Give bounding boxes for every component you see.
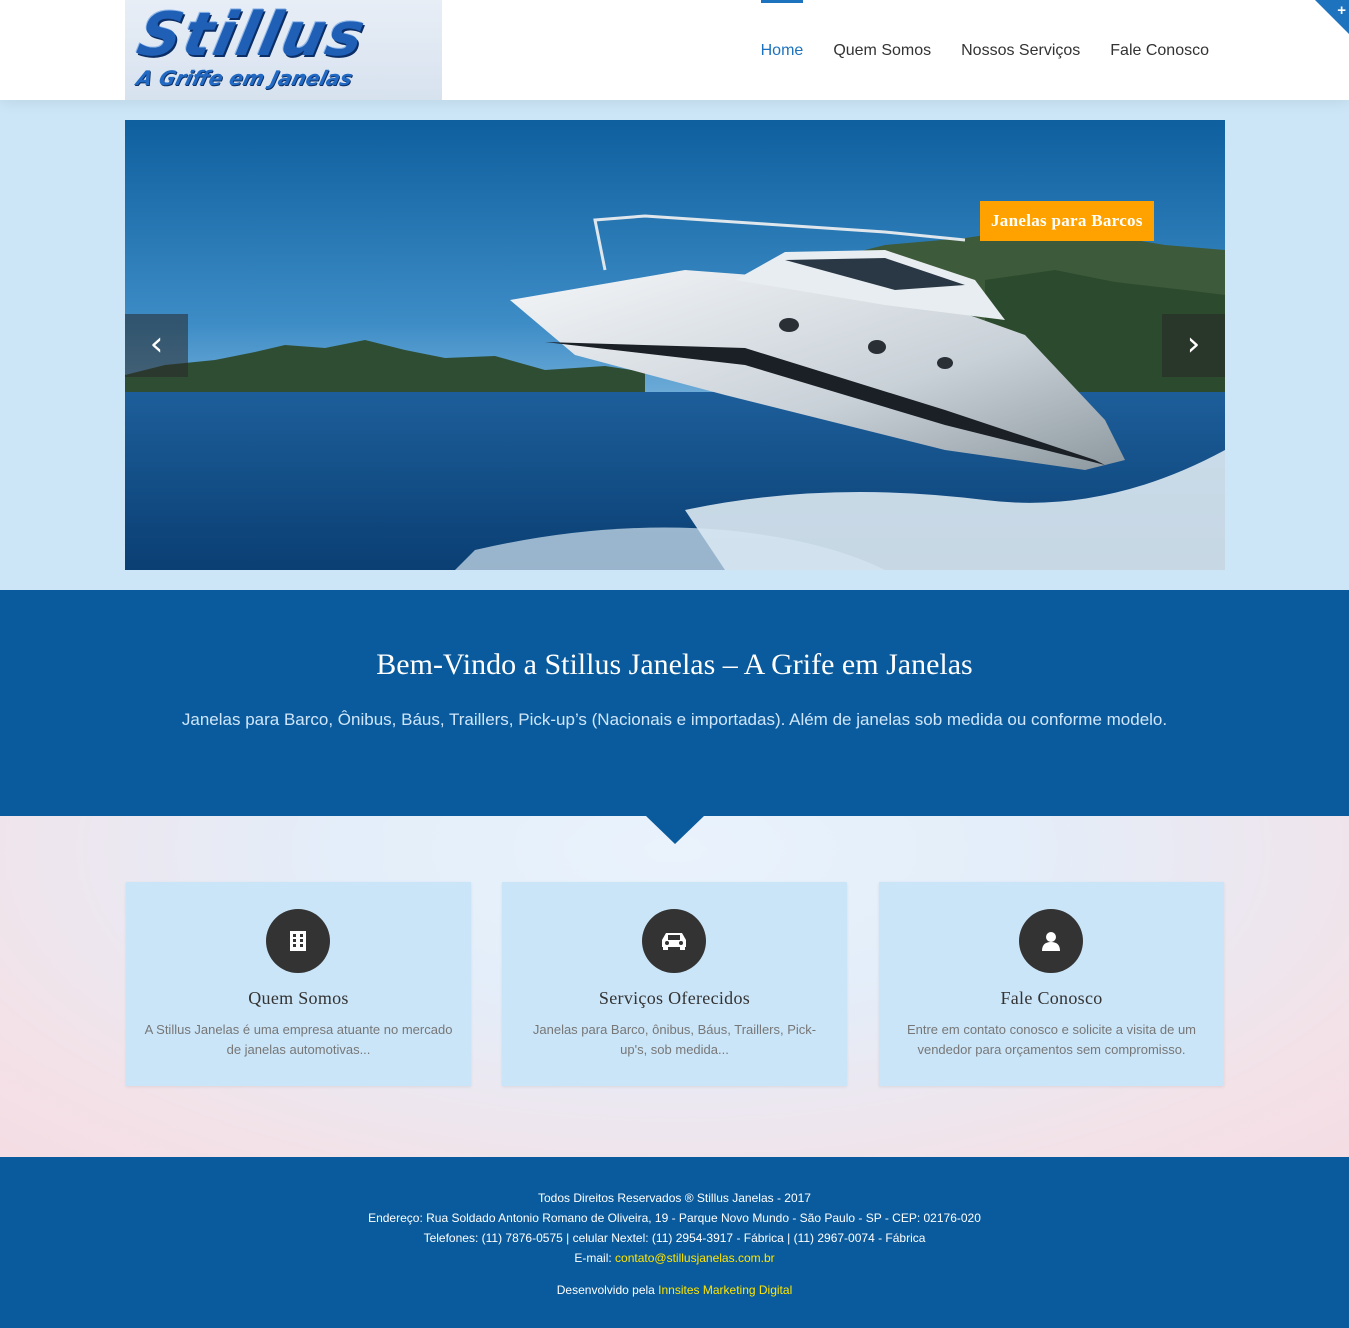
slide-image	[125, 120, 1225, 570]
image-slider[interactable]: Janelas para Barcos ‹ ›	[125, 120, 1225, 570]
chevron-left-icon[interactable]: ‹	[125, 314, 188, 377]
feature-card-quem-somos[interactable]: Quem Somos A Stillus Janelas é uma empre…	[126, 882, 471, 1086]
slide-caption: Janelas para Barcos	[980, 201, 1154, 241]
car-icon	[642, 909, 706, 973]
nav-item-home[interactable]: Home	[746, 0, 819, 100]
welcome-section: Bem-Vindo a Stillus Janelas – A Grife em…	[0, 590, 1349, 816]
chevron-right-icon[interactable]: ›	[1162, 314, 1225, 377]
section-pointer	[646, 816, 704, 844]
footer-phones: Telefones: (11) 7876-0575 | celular Next…	[423, 1231, 926, 1245]
footer-credits: Desenvolvido pela Innsites Marketing Dig…	[0, 1283, 1349, 1297]
footer-dev-label: Desenvolvido pela	[556, 1283, 659, 1297]
feature-text: Entre em contato conosco e solicite a vi…	[906, 1022, 1197, 1057]
feature-card-fale-conosco[interactable]: Fale Conosco Entre em contato conosco e …	[879, 882, 1224, 1086]
features-section: Quem Somos A Stillus Janelas é uma empre…	[0, 816, 1349, 1157]
feature-text: Janelas para Barco, ônibus, Báus, Traill…	[532, 1022, 817, 1057]
feature-card-servicos[interactable]: Serviços Oferecidos Janelas para Barco, …	[502, 882, 847, 1086]
feature-title: Quem Somos	[248, 988, 349, 1008]
footer-dev-link[interactable]: Innsites Marketing Digital	[658, 1283, 792, 1297]
nav-item-fale-conosco[interactable]: Fale Conosco	[1095, 0, 1224, 100]
feature-text: A Stillus Janelas é uma empresa atuante …	[144, 1022, 453, 1057]
footer-email-line: E-mail: contato@stillusjanelas.com.br	[0, 1251, 1349, 1265]
main-nav: Home Quem Somos Nossos Serviços Fale Con…	[746, 0, 1224, 100]
welcome-title: Bem-Vindo a Stillus Janelas – A Grife em…	[376, 648, 973, 681]
site-logo[interactable]: Stillus A Griffe em Janelas	[125, 0, 442, 100]
logo-wordmark: Stillus	[131, 0, 373, 70]
footer-address: Endereço: Rua Soldado Antonio Romano de …	[368, 1211, 981, 1225]
welcome-subtitle: Janelas para Barco, Ônibus, Báus, Traill…	[181, 710, 1168, 729]
logo-tagline: A Griffe em Janelas	[134, 66, 356, 90]
feature-title: Serviços Oferecidos	[598, 988, 751, 1008]
plus-icon[interactable]: +	[1337, 0, 1346, 22]
nav-item-quem-somos[interactable]: Quem Somos	[818, 0, 946, 100]
nav-item-nossos-servicos[interactable]: Nossos Serviços	[946, 0, 1095, 100]
footer-copyright: Todos Direitos Reservados ® Stillus Jane…	[538, 1191, 811, 1205]
site-footer: Todos Direitos Reservados ® Stillus Jane…	[0, 1157, 1349, 1328]
building-icon	[266, 909, 330, 973]
site-header: Stillus A Griffe em Janelas Home Quem So…	[0, 0, 1349, 100]
footer-email-label: E-mail:	[574, 1251, 616, 1265]
user-icon	[1019, 909, 1083, 973]
feature-title: Fale Conosco	[1000, 988, 1103, 1008]
footer-email-link[interactable]: contato@stillusjanelas.com.br	[615, 1251, 775, 1265]
